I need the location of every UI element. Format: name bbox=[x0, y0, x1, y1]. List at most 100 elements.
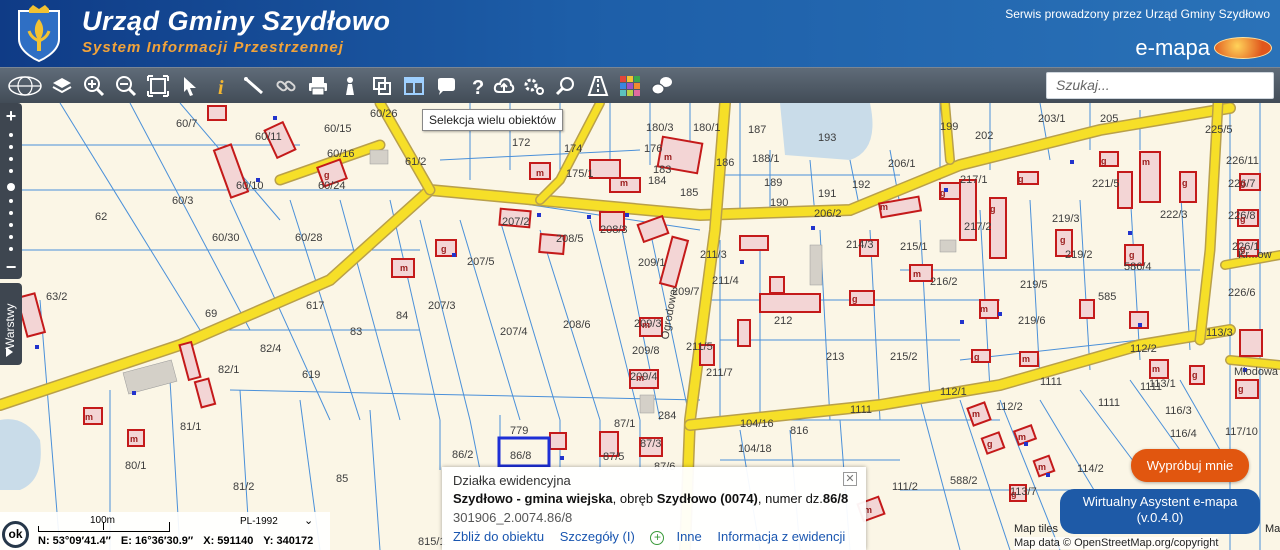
search-map-icon[interactable] bbox=[552, 72, 580, 100]
svg-text:816: 816 bbox=[790, 425, 808, 437]
attribution-osm-link[interactable]: Map data © OpenStreetMap.org/copyright bbox=[1014, 537, 1219, 549]
zoom-out-button[interactable]: − bbox=[0, 256, 22, 278]
svg-text:180/1: 180/1 bbox=[693, 122, 721, 134]
parcel-description: Szydłowo - gmina wiejska, obręb Szydłowo… bbox=[453, 491, 848, 506]
svg-text:g: g bbox=[1011, 489, 1017, 499]
zoom-to-object-link[interactable]: Zbliż do obiektu bbox=[453, 529, 544, 544]
svg-text:208/5: 208/5 bbox=[556, 233, 584, 245]
zoom-level-dot[interactable] bbox=[9, 145, 13, 149]
svg-text:185: 185 bbox=[680, 187, 698, 199]
svg-text:199: 199 bbox=[940, 121, 958, 133]
zoom-out-icon[interactable] bbox=[112, 72, 140, 100]
svg-text:62: 62 bbox=[95, 211, 107, 223]
svg-text:779: 779 bbox=[510, 425, 528, 437]
zoom-slider[interactable]: + − bbox=[0, 103, 22, 279]
globe-icon[interactable] bbox=[6, 72, 44, 100]
virtual-assistant-button[interactable]: Wirtualny Asystent e-mapa (v.0.4.0) bbox=[1060, 489, 1260, 534]
svg-text:m: m bbox=[1038, 462, 1046, 472]
svg-text:g: g bbox=[974, 352, 980, 362]
svg-text:60/28: 60/28 bbox=[295, 232, 323, 244]
crs-select[interactable]: PL-1992 bbox=[240, 516, 278, 527]
chevron-down-icon[interactable]: ⌄ bbox=[304, 514, 313, 527]
app-header: Urząd Gminy Szydłowo System Informacji P… bbox=[0, 0, 1280, 67]
svg-text:112/1: 112/1 bbox=[940, 386, 967, 398]
settings-icon[interactable] bbox=[520, 72, 548, 100]
svg-text:g: g bbox=[1240, 178, 1246, 188]
print-icon[interactable] bbox=[304, 72, 332, 100]
zoom-level-dot[interactable] bbox=[9, 223, 13, 227]
svg-text:85: 85 bbox=[336, 473, 348, 485]
svg-text:216/2: 216/2 bbox=[930, 276, 958, 288]
coat-of-arms-logo bbox=[15, 5, 63, 63]
svg-text:61/2: 61/2 bbox=[405, 156, 426, 168]
svg-text:217/1: 217/1 bbox=[960, 174, 988, 186]
close-icon[interactable]: ✕ bbox=[843, 472, 857, 486]
registry-info-link[interactable]: Informacja z ewidencji bbox=[717, 529, 845, 544]
layers-icon[interactable] bbox=[48, 72, 76, 100]
site-subtitle: System Informacji Przestrzennej bbox=[82, 39, 344, 56]
svg-text:208/6: 208/6 bbox=[563, 319, 591, 331]
layers-tab-label: Warstwy bbox=[3, 303, 17, 349]
svg-text:m: m bbox=[664, 152, 672, 162]
svg-text:213: 213 bbox=[826, 351, 844, 363]
help-icon[interactable]: ? bbox=[464, 72, 492, 100]
copy-icon[interactable] bbox=[368, 72, 396, 100]
emapa-logo[interactable]: e-mapa bbox=[1135, 35, 1272, 61]
svg-text:116/3: 116/3 bbox=[1165, 405, 1192, 417]
zoom-level-dot[interactable] bbox=[9, 247, 13, 251]
road-icon[interactable] bbox=[584, 72, 612, 100]
svg-text:m: m bbox=[642, 320, 650, 330]
svg-text:112/2: 112/2 bbox=[1130, 343, 1157, 355]
zoom-in-icon[interactable] bbox=[80, 72, 108, 100]
svg-text:g: g bbox=[1129, 250, 1135, 260]
layers-panel-tab[interactable]: Warstwy bbox=[0, 283, 22, 365]
svg-text:81/2: 81/2 bbox=[233, 481, 254, 493]
svg-text:205: 205 bbox=[1100, 113, 1118, 125]
comment-icon[interactable] bbox=[432, 72, 460, 100]
zoom-level-dot[interactable] bbox=[9, 157, 13, 161]
plus-icon[interactable]: + bbox=[650, 530, 665, 545]
svg-text:82/1: 82/1 bbox=[218, 364, 239, 376]
toolbar-tooltip: Selekcja wielu obiektów bbox=[422, 109, 563, 131]
palette-icon[interactable] bbox=[616, 72, 644, 100]
zoom-in-button[interactable]: + bbox=[0, 105, 22, 127]
svg-text:m: m bbox=[1022, 354, 1030, 364]
svg-text:191: 191 bbox=[818, 188, 836, 200]
ok-button[interactable]: ok bbox=[2, 521, 29, 548]
svg-text:189: 189 bbox=[764, 177, 782, 189]
search-input[interactable]: Szukaj... bbox=[1046, 72, 1274, 99]
geosystem-badge-icon bbox=[1214, 37, 1272, 59]
zoom-level-dot[interactable] bbox=[9, 133, 13, 137]
svg-text:m: m bbox=[536, 168, 544, 178]
svg-text:104/18: 104/18 bbox=[738, 443, 772, 455]
svg-text:m: m bbox=[636, 373, 644, 383]
svg-text:209/8: 209/8 bbox=[632, 345, 660, 357]
other-link[interactable]: Inne bbox=[676, 529, 701, 544]
measure-icon[interactable] bbox=[240, 72, 268, 100]
svg-text:207/3: 207/3 bbox=[428, 300, 456, 312]
upload-icon[interactable] bbox=[490, 72, 518, 100]
chat-icon[interactable] bbox=[648, 72, 676, 100]
full-extent-icon[interactable] bbox=[144, 72, 172, 100]
parcel-info-popup: Działka ewidencyjna Szydłowo - gmina wie… bbox=[442, 467, 866, 550]
person-icon[interactable] bbox=[336, 72, 364, 100]
multi-select-icon[interactable] bbox=[400, 72, 428, 100]
svg-text:207/2: 207/2 bbox=[502, 216, 530, 228]
details-link[interactable]: Szczegóły (I) bbox=[560, 529, 635, 544]
zoom-thumb[interactable] bbox=[7, 183, 15, 191]
info-icon[interactable]: i bbox=[208, 72, 236, 100]
svg-text:172: 172 bbox=[512, 137, 530, 149]
site-title: Urząd Gminy Szydłowo bbox=[82, 6, 391, 36]
zoom-level-dot[interactable] bbox=[9, 211, 13, 215]
svg-text:80/1: 80/1 bbox=[125, 460, 146, 472]
link-icon[interactable] bbox=[272, 72, 300, 100]
try-me-button[interactable]: Wypróbuj mnie bbox=[1131, 449, 1249, 482]
zoom-level-dot[interactable] bbox=[9, 199, 13, 203]
zoom-level-dot[interactable] bbox=[9, 169, 13, 173]
svg-text:60/3: 60/3 bbox=[172, 195, 193, 207]
svg-text:192: 192 bbox=[852, 179, 870, 191]
svg-text:215/1: 215/1 bbox=[900, 241, 928, 253]
select-arrow-icon[interactable] bbox=[176, 72, 204, 100]
zoom-level-dot[interactable] bbox=[9, 235, 13, 239]
svg-text:617: 617 bbox=[306, 300, 324, 312]
